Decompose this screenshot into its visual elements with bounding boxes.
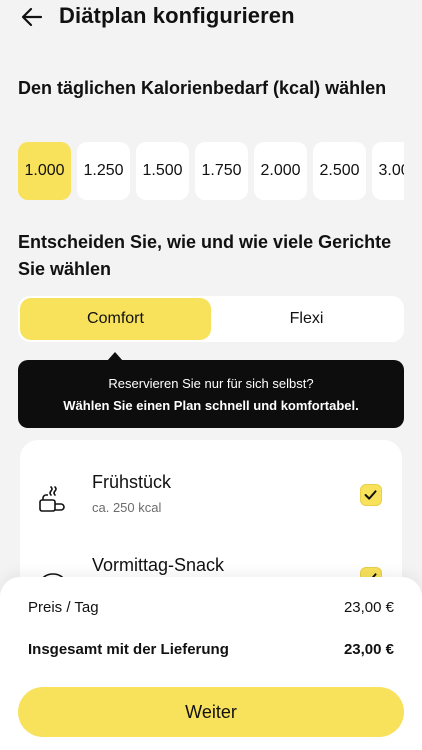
header-bar: Diätplan konfigurieren (0, 0, 422, 40)
kcal-option-1500[interactable]: 1.500 (136, 142, 189, 200)
page-title: Diätplan konfigurieren (59, 3, 295, 28)
back-arrow-icon[interactable] (20, 6, 44, 28)
meal-kcal: ca. 250 kcal (92, 500, 162, 515)
kcal-options-row[interactable]: 1.000 1.250 1.500 1.750 2.000 2.500 3.00… (18, 142, 404, 200)
mode-comfort-button[interactable]: Comfort (20, 298, 211, 340)
tooltip-line-1: Reservieren Sie nur für sich selbst? (108, 376, 314, 391)
meal-item-breakfast[interactable]: Frühstück ca. 250 kcal (20, 470, 402, 540)
kcal-option-1750[interactable]: 1.750 (195, 142, 248, 200)
price-summary-sheet: Preis / Tag 23,00 € Insgesamt mit der Li… (0, 577, 422, 750)
kcal-option-1250[interactable]: 1.250 (77, 142, 130, 200)
comfort-tooltip: Reservieren Sie nur für sich selbst? Wäh… (18, 360, 404, 428)
price-per-day-label: Preis / Tag (28, 599, 99, 616)
kcal-option-2000[interactable]: 2.000 (254, 142, 307, 200)
checkmark-icon (364, 490, 377, 500)
price-per-day-value: 23,00 € (343, 599, 394, 616)
breakfast-icon (39, 486, 65, 512)
continue-button[interactable]: Weiter (18, 687, 404, 737)
kcal-option-3000[interactable]: 3.000 (372, 142, 404, 200)
total-price-label: Insgesamt mit der Lieferung (28, 641, 229, 658)
tooltip-line-2: Wählen Sie einen Plan schnell und komfor… (63, 398, 359, 413)
plan-mode-toggle: Comfort Flexi (18, 296, 404, 342)
meal-name: Frühstück (92, 472, 172, 492)
total-price-value: 23,00 € (343, 641, 394, 658)
kcal-option-1000[interactable]: 1.000 (18, 142, 71, 200)
kcal-option-2500[interactable]: 2.500 (313, 142, 366, 200)
meal-name: Vormittag-Snack (92, 555, 225, 575)
mode-flexi-button[interactable]: Flexi (211, 298, 402, 340)
dishes-section-heading: Entscheiden Sie, wie und wie viele Geric… (18, 232, 392, 279)
meal-checkbox[interactable] (360, 484, 382, 506)
kcal-section-heading: Den täglichen Kalorienbedarf (kcal) wähl… (18, 78, 387, 98)
